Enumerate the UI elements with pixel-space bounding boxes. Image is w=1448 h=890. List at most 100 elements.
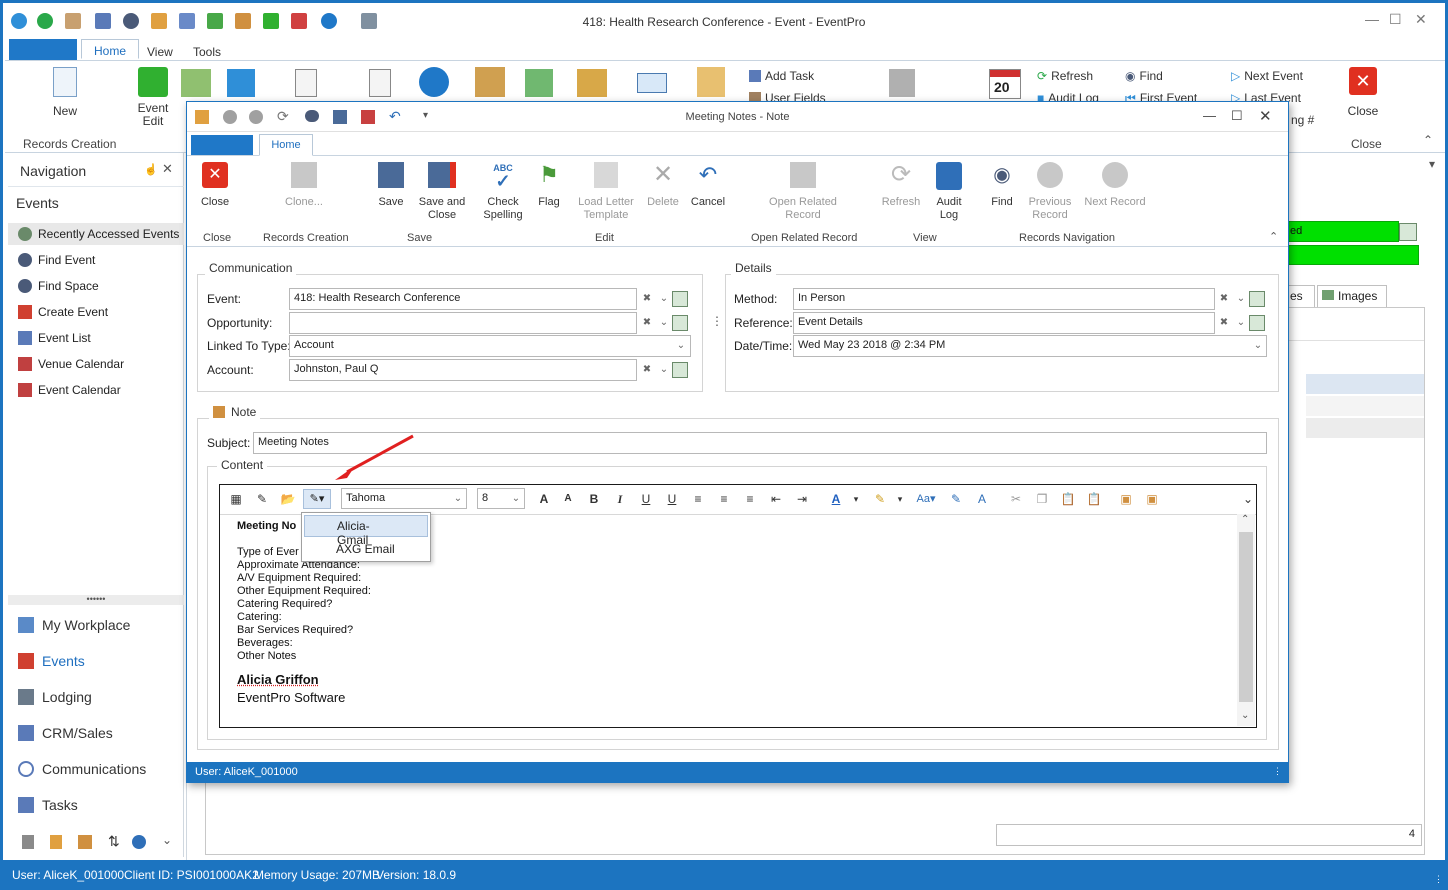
sort-icon[interactable]: ⇅ bbox=[108, 833, 120, 850]
minimize-icon[interactable]: — bbox=[1203, 108, 1216, 123]
tab-partial[interactable]: es bbox=[1287, 285, 1315, 307]
chevron-down-icon[interactable]: ⌄ bbox=[1239, 490, 1257, 508]
security-user-icon[interactable] bbox=[475, 67, 505, 97]
splitter-dots[interactable]: ⋮ bbox=[711, 314, 723, 328]
event-edit-button[interactable]: Event Edit bbox=[129, 67, 177, 128]
tab-tools[interactable]: Tools bbox=[181, 41, 233, 61]
paste-icon[interactable]: 📋 bbox=[1059, 490, 1077, 508]
coins-icon[interactable] bbox=[577, 69, 607, 97]
add-task-button[interactable]: Add Task bbox=[749, 69, 814, 83]
numbering-icon[interactable]: ≡ bbox=[715, 490, 733, 508]
calculator-icon[interactable] bbox=[22, 835, 34, 849]
chevron-down-icon[interactable]: ⌄ bbox=[1232, 289, 1250, 309]
refresh-button[interactable]: ⟳ Refresh bbox=[1037, 69, 1093, 83]
calendar-icon[interactable]: 20 bbox=[989, 69, 1021, 99]
change-case-icon[interactable]: Aa▾ bbox=[913, 490, 939, 508]
chevron-down-icon[interactable]: ▾ bbox=[847, 490, 865, 508]
underline-icon[interactable]: U bbox=[637, 490, 655, 508]
increase-indent-icon[interactable]: ⇥ bbox=[793, 490, 811, 508]
info-icon[interactable] bbox=[419, 67, 449, 97]
export-icon[interactable] bbox=[369, 69, 391, 97]
image-icon[interactable] bbox=[181, 69, 211, 97]
lookup-icon[interactable] bbox=[672, 291, 688, 307]
italic-icon[interactable]: I bbox=[611, 490, 629, 508]
nav-event-list[interactable]: Event List bbox=[16, 327, 184, 349]
tab-images[interactable]: Images bbox=[1317, 285, 1387, 307]
scrollbar-thumb[interactable] bbox=[1239, 532, 1253, 702]
shrink-font-icon[interactable]: A bbox=[559, 490, 577, 508]
module-events[interactable]: Events bbox=[18, 649, 184, 673]
chevron-down-icon[interactable]: ⌄ bbox=[655, 313, 673, 333]
lookup-icon[interactable] bbox=[672, 315, 688, 331]
editor-scrollbar[interactable]: ⌃ ⌄ bbox=[1237, 514, 1255, 726]
module-my-workplace[interactable]: My Workplace bbox=[18, 613, 184, 637]
chevron-down-icon[interactable]: ⌄ bbox=[1232, 313, 1250, 333]
minimize-icon[interactable]: — bbox=[1365, 11, 1379, 27]
check-spelling-button[interactable]: ABC ✓ Check Spelling bbox=[479, 162, 527, 222]
module-crm-sales[interactable]: CRM/Sales bbox=[18, 721, 184, 745]
selected-row[interactable] bbox=[1306, 374, 1424, 394]
email-icon[interactable] bbox=[637, 73, 667, 93]
collapse-ribbon-icon[interactable]: ⌃ bbox=[1423, 133, 1433, 147]
font-dialog-icon[interactable]: A bbox=[973, 490, 991, 508]
dialog-app-menu[interactable] bbox=[191, 135, 253, 155]
bullets-icon[interactable]: ≡ bbox=[689, 490, 707, 508]
chevron-down-icon[interactable]: ⌄ bbox=[507, 489, 525, 508]
module-tasks[interactable]: Tasks bbox=[18, 793, 184, 817]
nav-find-event[interactable]: Find Event bbox=[16, 249, 184, 271]
nav-find-space[interactable]: Find Space bbox=[16, 275, 184, 297]
resize-grip-icon[interactable]: ⋮ bbox=[1273, 766, 1282, 777]
double-underline-icon[interactable]: U bbox=[663, 490, 681, 508]
chevron-down-icon[interactable]: ⌄ bbox=[655, 289, 673, 309]
import-icon[interactable] bbox=[295, 69, 317, 97]
scroll-down-icon[interactable]: ⌄ bbox=[1241, 710, 1249, 721]
flag-button[interactable]: ⚑ Flag bbox=[531, 162, 567, 209]
clear-icon[interactable]: ✖ bbox=[638, 360, 656, 380]
maximize-icon[interactable]: ☐ bbox=[1231, 108, 1243, 124]
close-window-icon[interactable]: ✕ bbox=[1415, 11, 1427, 28]
chevron-down-icon[interactable]: ⌄ bbox=[162, 833, 172, 847]
lookup-icon[interactable] bbox=[672, 362, 688, 378]
clear-icon[interactable]: ✖ bbox=[638, 289, 656, 309]
app-menu-button[interactable] bbox=[9, 39, 77, 61]
globe-icon[interactable] bbox=[132, 835, 146, 849]
signature-dropdown-button[interactable]: ✎▾ bbox=[303, 489, 331, 509]
table-row[interactable] bbox=[1306, 396, 1424, 416]
preview-icon[interactable]: ✎ bbox=[253, 490, 271, 508]
cube-icon[interactable] bbox=[227, 69, 255, 97]
menu-item-alicia-gmail[interactable]: Alicia-Gmail bbox=[304, 515, 428, 547]
chevron-down-icon[interactable]: ⌄ bbox=[449, 489, 467, 508]
table-row[interactable] bbox=[1306, 418, 1424, 438]
find-replace-icon[interactable]: ▣ bbox=[1117, 490, 1135, 508]
resize-grip-icon[interactable]: ⋮ bbox=[1434, 874, 1443, 885]
clear-icon[interactable]: ✖ bbox=[638, 313, 656, 333]
cancel-button[interactable]: ↶ Cancel bbox=[687, 162, 729, 209]
tab-view[interactable]: View bbox=[135, 41, 185, 61]
nav-recent-events[interactable]: Recently Accessed Events bbox=[8, 223, 184, 245]
nav-venue-calendar[interactable]: Venue Calendar bbox=[16, 353, 184, 375]
collapse-ribbon-icon[interactable]: ⌃ bbox=[1269, 230, 1278, 243]
menu-item-axg-email[interactable]: AXG Email bbox=[304, 539, 428, 561]
clear-format-icon[interactable]: ✎ bbox=[947, 490, 965, 508]
multilevel-icon[interactable]: ≡ bbox=[741, 490, 759, 508]
tab-home[interactable]: Home bbox=[81, 39, 140, 59]
next-event-button[interactable]: ▷ Next Event bbox=[1231, 69, 1303, 83]
dialog-tab-home[interactable]: Home bbox=[259, 134, 313, 156]
close-dialog-icon[interactable]: ✕ bbox=[1259, 107, 1272, 125]
close-button[interactable]: ✕ Close bbox=[1339, 67, 1387, 118]
dlg-find-button[interactable]: ◉ Find bbox=[985, 162, 1019, 209]
pin-icon[interactable]: ☝ bbox=[144, 163, 158, 176]
dlg-audit-log-button[interactable]: Audit Log bbox=[929, 162, 969, 222]
splitter-handle[interactable]: •••••• bbox=[8, 595, 184, 605]
module-lodging[interactable]: Lodging bbox=[18, 685, 184, 709]
highlight-icon[interactable]: ✎ bbox=[871, 490, 889, 508]
datetime-field[interactable]: Wed May 23 2018 @ 2:34 PM bbox=[793, 335, 1267, 357]
lookup-icon[interactable] bbox=[1249, 315, 1265, 331]
grow-font-icon[interactable]: A bbox=[535, 490, 553, 508]
copy-icon[interactable]: ❐ bbox=[1033, 490, 1051, 508]
opportunity-field[interactable] bbox=[289, 312, 637, 334]
grid-lookup-icon[interactable] bbox=[1399, 223, 1417, 241]
shapes-icon[interactable] bbox=[78, 835, 92, 849]
reference-field[interactable]: Event Details bbox=[793, 312, 1215, 334]
nav-create-event[interactable]: Create Event bbox=[16, 301, 184, 323]
